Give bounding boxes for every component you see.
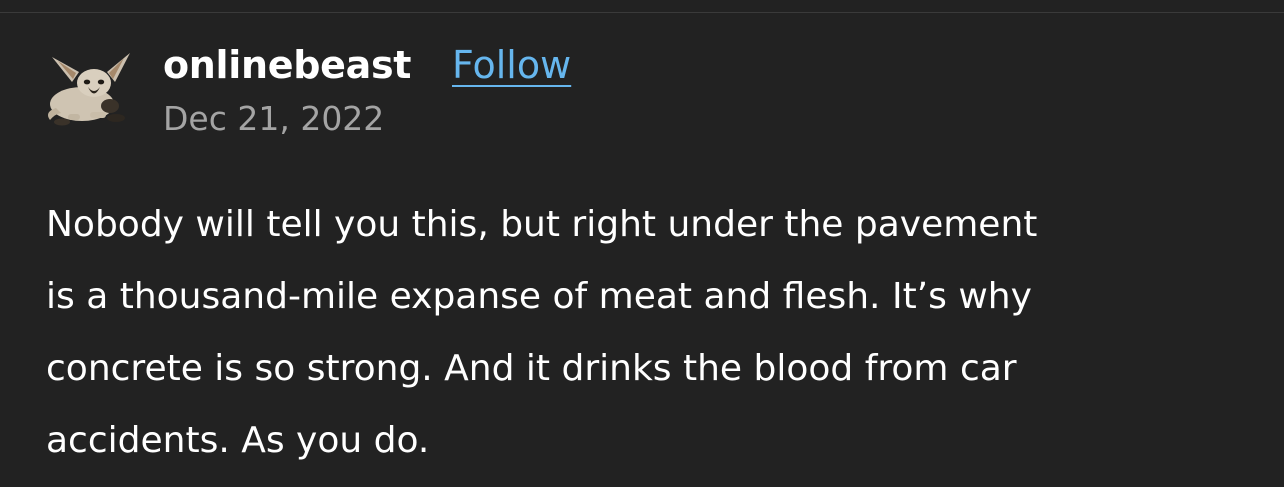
post-header: onlinebeast Follow Dec 21, 2022 [46, 38, 1246, 148]
post-date: Dec 21, 2022 [163, 99, 385, 138]
top-divider [0, 12, 1284, 13]
post-body-text: Nobody will tell you this, but right und… [46, 204, 1038, 461]
author-username[interactable]: onlinebeast [163, 43, 411, 87]
avatar[interactable] [46, 42, 136, 132]
follow-link[interactable]: Follow [452, 43, 571, 87]
